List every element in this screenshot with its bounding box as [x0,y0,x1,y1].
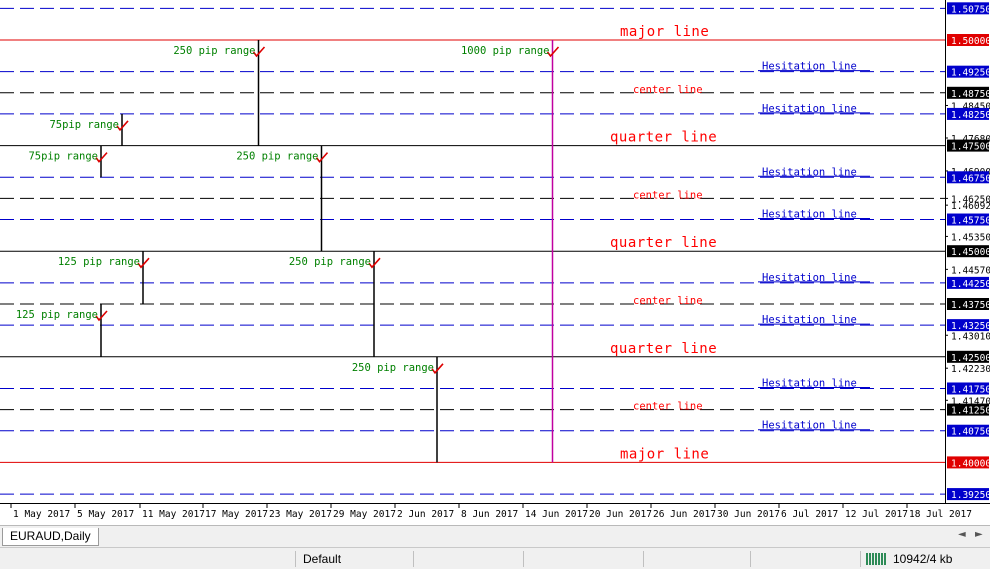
time-label: 5 May 2017 [77,509,134,520]
hesitation-line-label: Hesitation line [762,209,857,221]
price-label: 1.41750 [951,384,990,395]
hesitation-line-label: Hesitation line [762,420,857,432]
tab-scroll-right-icon[interactable]: ► [975,529,983,540]
range-label: 125 pip range [16,309,98,321]
range-label: 125 pip range [58,256,140,268]
major-line-label: major line [620,446,709,462]
status-profile: Default [303,552,342,566]
major-line-label: major line [620,24,709,40]
price-label: 1.48750 [951,89,990,100]
price-label: 1.42500 [951,353,990,364]
time-label: 2 Jun 2017 [397,509,454,520]
tab-euraud-daily[interactable]: EURAUD,Daily [2,528,99,546]
status-bar: Default 10942/4 kb [0,547,990,569]
connection-traffic-icon [866,553,886,565]
time-label: 29 May 2017 [333,509,396,520]
center-line-label: center line [633,189,703,201]
status-separator [643,551,644,567]
time-label: 30 Jun 2017 [717,509,780,520]
price-label: 1.45000 [951,247,990,258]
hesitation-line-label: Hesitation line [762,272,857,284]
center-line-label: center line [633,401,703,413]
quarter-line-label: quarter line [610,341,717,357]
range-label: 1000 pip range [461,45,550,57]
price-label: 1.45750 [951,216,990,227]
symbol-tab-bar: EURAUD,Daily ◄ ► [0,525,990,547]
time-label: 17 May 2017 [205,509,268,520]
range-label: 250 pip range [236,151,318,163]
range-label: 75pip range [49,119,119,131]
range-label: 75pip range [28,151,98,163]
price-label: 1.43750 [951,300,990,311]
range-label: 250 pip range [352,362,434,374]
time-label: 6 Jul 2017 [781,509,838,520]
time-label: 23 May 2017 [269,509,332,520]
time-label: 20 Jun 2017 [589,509,652,520]
time-label: 11 May 2017 [142,509,205,520]
status-traffic: 10942/4 kb [893,552,953,566]
status-separator [523,551,524,567]
price-label: 1.39250 [951,490,990,501]
hesitation-line-label: Hesitation line [762,377,857,389]
price-label: 1.45350 [951,232,990,243]
hesitation-line-label: Hesitation line [762,314,857,326]
price-label: 1.41250 [951,406,990,417]
center-line-label: center line [633,84,703,96]
quarter-line-label: quarter line [610,130,717,146]
time-label: 14 Jun 2017 [525,509,588,520]
time-label: 18 Jul 2017 [909,509,972,520]
price-label: 1.44570 [951,265,990,276]
status-separator [413,551,414,567]
time-label: 8 Jun 2017 [461,509,518,520]
hesitation-line-label: Hesitation line [762,61,857,73]
status-separator [295,551,296,567]
price-label: 1.42230 [951,364,990,375]
range-label: 250 pip range [289,256,371,268]
center-line-label: center line [633,295,703,307]
time-label: 12 Jul 2017 [845,509,908,520]
price-label: 1.43010 [951,331,990,342]
status-separator [860,551,861,567]
hesitation-line-label: Hesitation line [762,103,857,115]
price-label: 1.49250 [951,68,990,79]
price-label: 1.44250 [951,279,990,290]
hesitation-line-label: Hesitation line [762,166,857,178]
price-label: 1.48250 [951,110,990,121]
status-separator [750,551,751,567]
price-label: 1.46750 [951,173,990,184]
price-label: 1.50750 [951,4,990,15]
price-chart[interactable]: major line Hesitation line center line Hesi… [0,0,990,525]
price-label: 1.46092 [951,201,990,212]
price-label: 1.40750 [951,427,990,438]
time-label: 1 May 2017 [13,509,70,520]
range-label: 250 pip range [173,45,255,57]
price-label: 1.47500 [951,142,990,153]
time-label: 26 Jun 2017 [653,509,716,520]
price-label: 1.50000 [951,36,990,47]
price-label: 1.40000 [951,458,990,469]
quarter-line-label: quarter line [610,235,717,251]
tab-scroll-left-icon[interactable]: ◄ [958,529,966,540]
